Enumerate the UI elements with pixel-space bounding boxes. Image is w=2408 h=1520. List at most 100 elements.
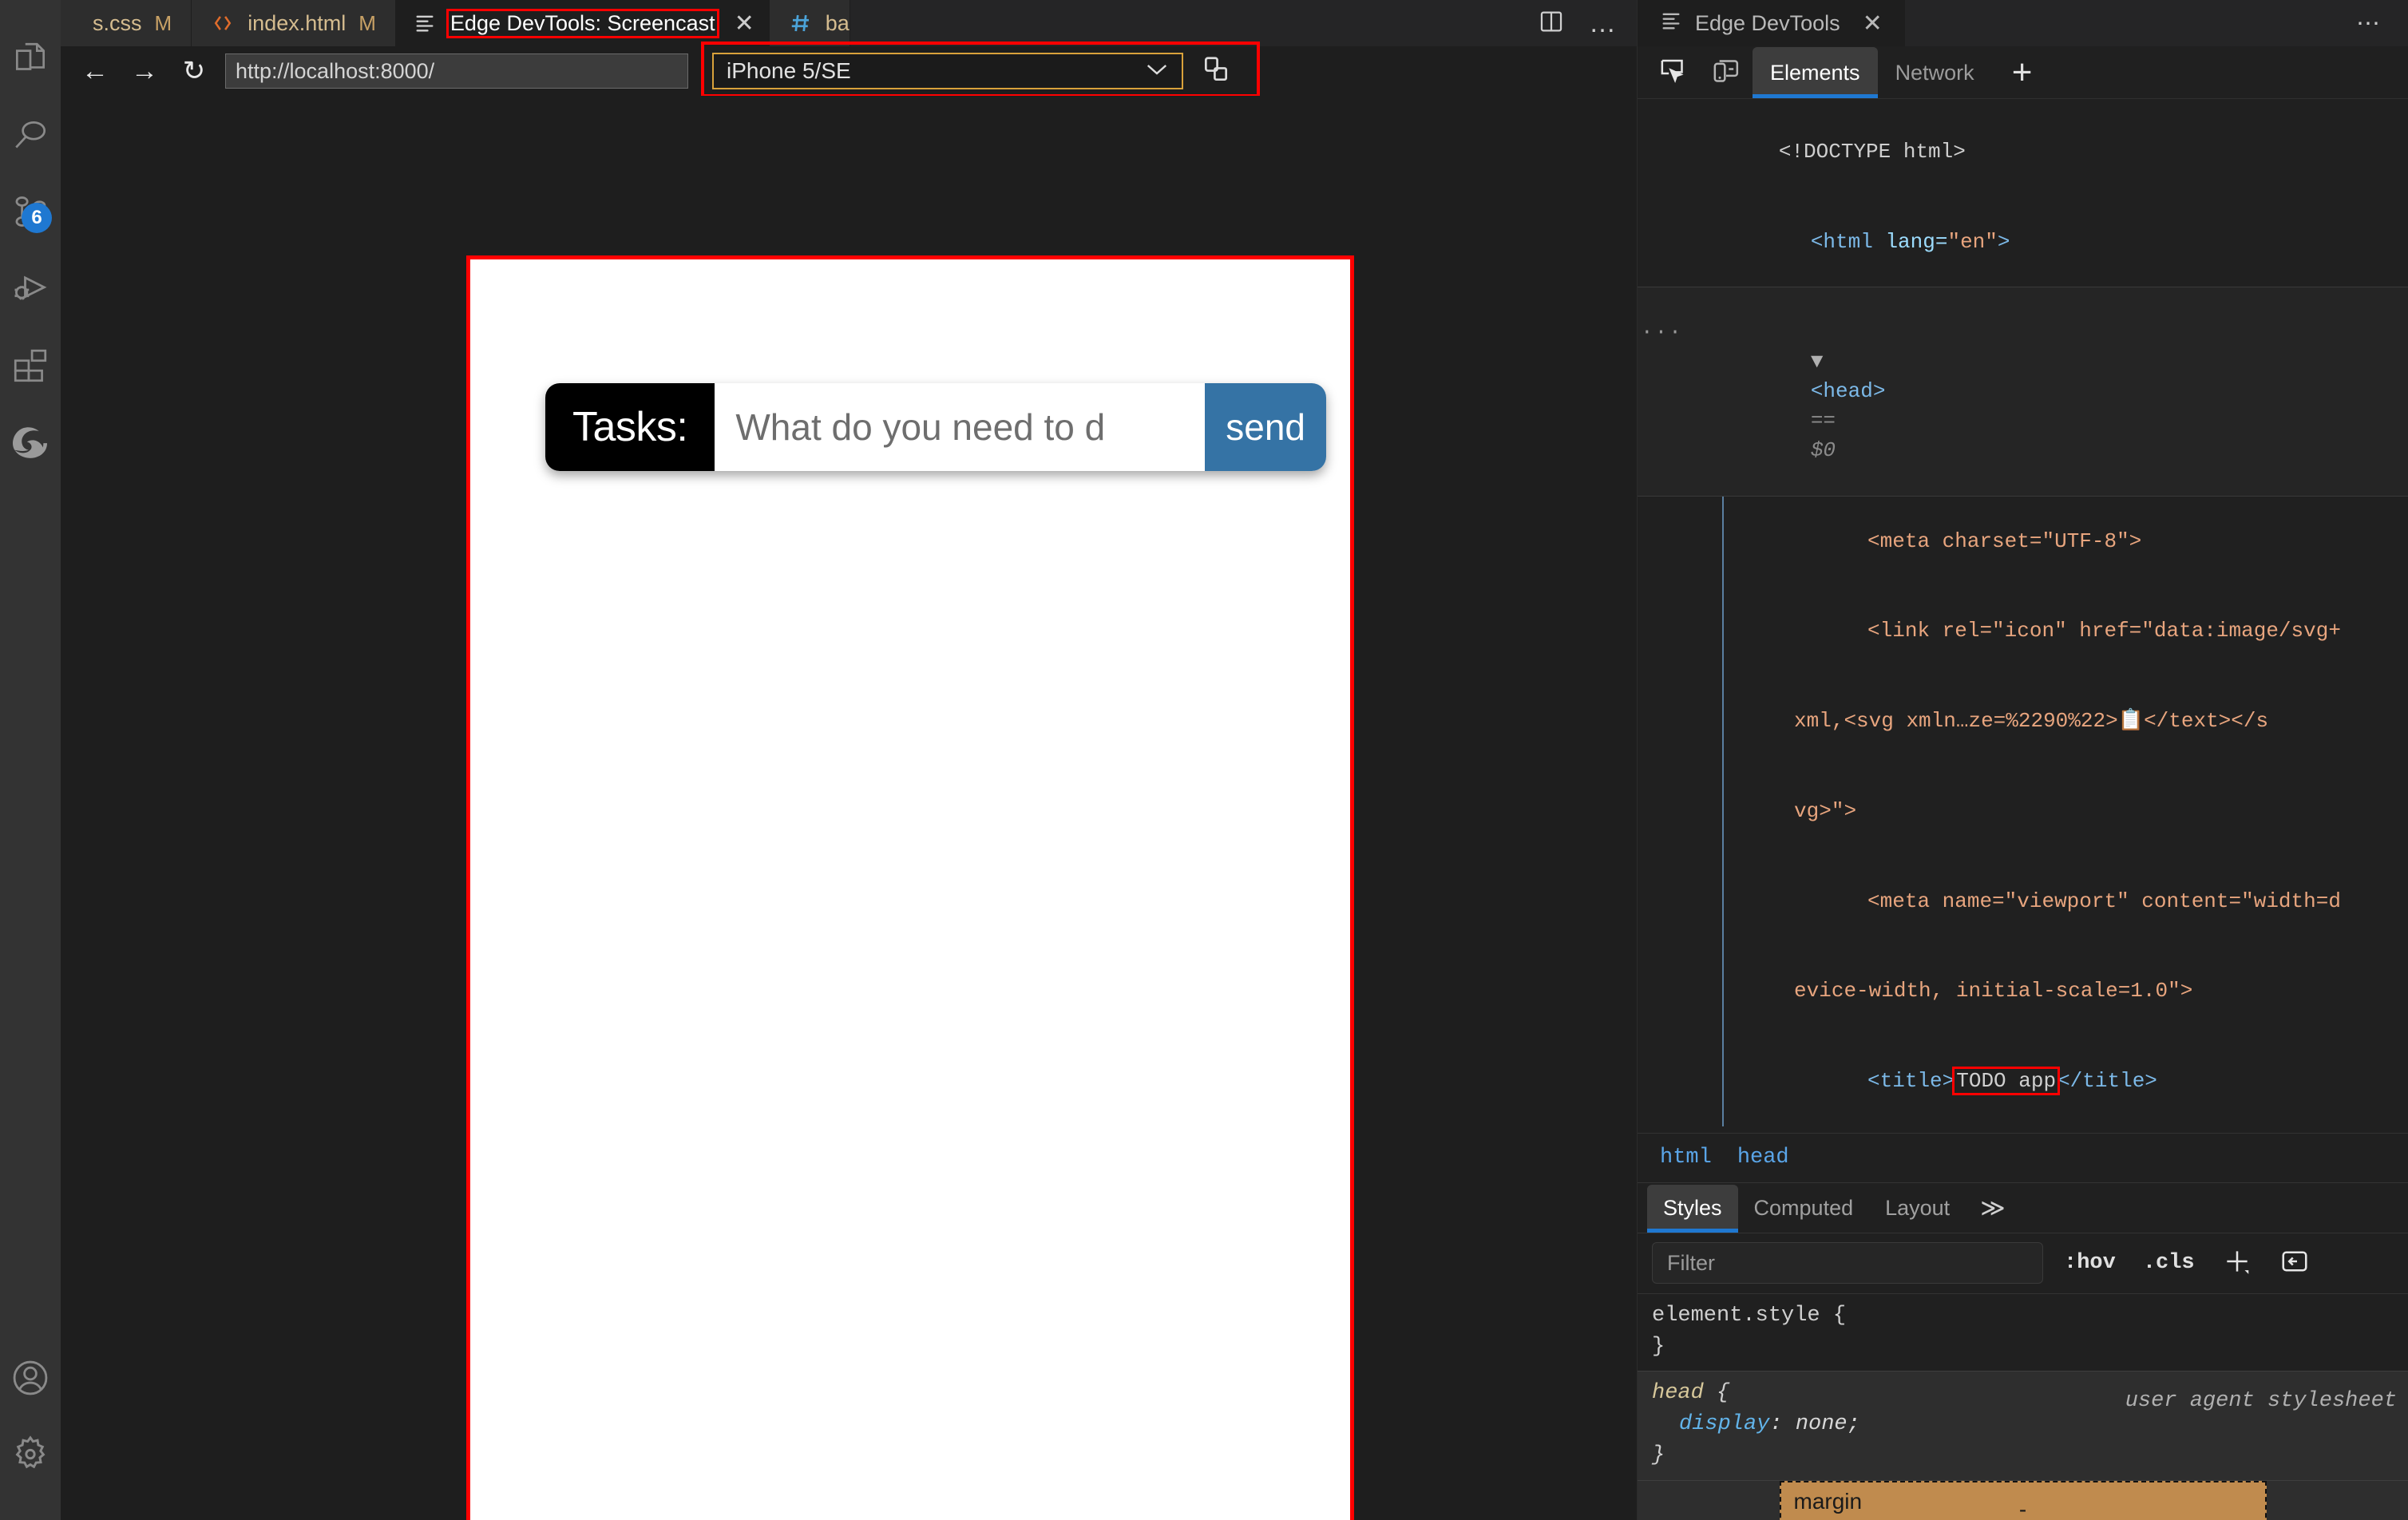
styles-tabbar: Styles Computed Layout ≫ xyxy=(1638,1182,2408,1233)
add-panel-button[interactable]: + xyxy=(1992,47,2053,98)
tab-close-button[interactable]: ✕ xyxy=(735,10,754,38)
sidebar-item-explorer[interactable] xyxy=(0,21,61,97)
dom-meta-viewport-line2: evice-width, initial-scale=1.0"> xyxy=(1794,979,2193,1003)
toggle-hover-state-button[interactable]: :hov xyxy=(2057,1251,2122,1275)
dom-row-selected[interactable]: ··· ▼ <head> == $0 xyxy=(1638,287,2408,497)
devtools-more-button[interactable]: ⋯ xyxy=(2331,10,2408,38)
dom-row[interactable]: <meta charset="UTF-8"> xyxy=(1638,497,2408,587)
breadcrumb-item-head[interactable]: head xyxy=(1737,1146,1789,1170)
settings-gear-icon xyxy=(9,1433,52,1476)
devtools-header: Edge DevTools ✕ ⋯ xyxy=(1638,0,2408,46)
tab-label: ba xyxy=(825,10,850,35)
devtools-header-tab[interactable]: Edge DevTools ✕ xyxy=(1638,0,1905,46)
source-control-badge: 6 xyxy=(22,203,52,233)
device-select-value: iPhone 5/SE xyxy=(727,58,851,83)
tab-label: index.html xyxy=(248,10,347,35)
dom-row[interactable]: evice-width, initial-scale=1.0"> xyxy=(1638,946,2408,1036)
account-icon xyxy=(10,1357,51,1399)
dom-row[interactable]: vg>"> xyxy=(1638,766,2408,857)
tab-elements[interactable]: Elements xyxy=(1753,47,1878,98)
dom-row[interactable]: xml,<svg xmln…ze=%2290%22>📋</text></s xyxy=(1638,676,2408,766)
chevron-down-icon xyxy=(1145,60,1169,82)
explorer-icon xyxy=(10,39,50,79)
computed-sidebar-toggle-button[interactable] xyxy=(2273,1242,2316,1284)
more-actions-icon[interactable]: … xyxy=(1589,10,1616,37)
sidebar-item-settings[interactable] xyxy=(0,1416,61,1493)
split-editor-icon[interactable] xyxy=(1538,8,1565,39)
dom-title-text: TODO app xyxy=(1952,1067,2061,1095)
tasks-label: Tasks: xyxy=(545,383,715,471)
url-input[interactable]: http://localhost:8000/ xyxy=(225,53,688,89)
device-select[interactable]: iPhone 5/SE xyxy=(712,53,1183,89)
tab-modified-badge: M xyxy=(358,10,376,35)
sidebar-item-run-debug[interactable] xyxy=(0,251,61,327)
task-text-input[interactable] xyxy=(715,383,1206,471)
devtools-tabbar: Elements Network + xyxy=(1638,46,2408,99)
tab-layout[interactable]: Layout xyxy=(1869,1185,1966,1233)
tab-index-html[interactable]: index.html M xyxy=(192,0,396,46)
screencast-toolbar: ← → ↻ http://localhost:8000/ iPhone 5/SE xyxy=(61,42,1637,97)
dom-html-attr-value: "en" xyxy=(1947,229,1998,254)
rendered-page: Tasks: send xyxy=(470,259,1350,1520)
style-rule-element-style[interactable]: element.style { } xyxy=(1638,1293,2408,1372)
extensions-icon xyxy=(10,346,50,386)
dom-link-icon-line1: <link rel="icon" href="data:image/svg+ xyxy=(1867,619,2341,643)
tab-modified-badge: M xyxy=(154,10,172,35)
screencast-icon xyxy=(414,12,436,34)
dom-row[interactable]: <!DOCTYPE html> xyxy=(1638,107,2408,197)
editor-tab-strip: s.css M index.html M Edge DevTools: Scre… xyxy=(61,0,1637,46)
sidebar-item-search[interactable] xyxy=(0,97,61,174)
edge-tools-icon xyxy=(8,420,53,465)
sidebar-item-source-control[interactable]: 6 xyxy=(0,174,61,251)
tab-edge-devtools-screencast[interactable]: Edge DevTools: Screencast ✕ xyxy=(395,0,770,46)
editor-tab-actions: … xyxy=(1517,0,1637,46)
dom-row[interactable]: <title>TODO app</title> xyxy=(1638,1036,2408,1126)
breadcrumb-item-html[interactable]: html xyxy=(1660,1146,1712,1170)
tab-style-css[interactable]: s.css M xyxy=(61,0,192,46)
dom-force-state-ellipsis[interactable]: ··· xyxy=(1641,318,1683,347)
markdown-icon xyxy=(789,11,813,35)
tab-label: s.css xyxy=(93,10,142,35)
style-rule-head[interactable]: head { user agent stylesheet display: no… xyxy=(1638,1371,2408,1481)
styles-more-tabs-button[interactable]: ≫ xyxy=(1966,1185,2019,1233)
dom-html-close-bracket: > xyxy=(1997,229,2010,254)
inspect-element-icon xyxy=(1657,55,1689,91)
tab-label: Edge DevTools: Screencast xyxy=(446,8,719,38)
dom-row[interactable]: <link rel="icon" href="data:image/svg+ xyxy=(1638,587,2408,677)
device-viewport-frame: Tasks: send xyxy=(466,255,1354,1520)
toggle-class-button[interactable]: .cls xyxy=(2137,1251,2201,1275)
declaration-value[interactable]: none; xyxy=(1796,1412,1860,1436)
styles-filter-input[interactable] xyxy=(1652,1242,2043,1284)
sidebar-item-account[interactable] xyxy=(0,1340,61,1416)
new-style-rule-button[interactable] xyxy=(2216,1242,2259,1284)
dom-row[interactable]: <meta name="viewport" content="width=d xyxy=(1638,857,2408,947)
tab-computed[interactable]: Computed xyxy=(1738,1185,1870,1233)
chevron-down-icon[interactable]: ▼ xyxy=(1811,350,1824,374)
box-model-margin-label: margin xyxy=(1793,1488,1863,1514)
declaration-property[interactable]: display xyxy=(1652,1412,1769,1436)
device-emulation-button[interactable] xyxy=(1700,47,1753,98)
styles-filter-row: :hov .cls xyxy=(1638,1233,2408,1294)
dom-tree: <!DOCTYPE html> <html lang="en"> ··· ▼ <… xyxy=(1638,99,2408,1133)
inspect-element-button[interactable] xyxy=(1647,47,1700,98)
send-button[interactable]: send xyxy=(1205,383,1326,471)
device-emulation-icon xyxy=(1710,55,1742,91)
devtools-close-button[interactable]: ✕ xyxy=(1863,10,1883,38)
tab-network[interactable]: Network xyxy=(1878,47,1992,98)
tab-bash[interactable]: ba xyxy=(769,0,850,46)
screenshot-button[interactable] xyxy=(1194,51,1238,91)
dom-html-tag: <html xyxy=(1810,229,1873,254)
dom-head-dollar-ref: $0 xyxy=(1810,437,1836,462)
forward-button[interactable]: → xyxy=(120,50,169,92)
sidebar-item-extensions[interactable] xyxy=(0,327,61,404)
box-model-margin[interactable]: margin - - - border - - - padding - - - … xyxy=(1779,1480,2267,1520)
reload-button[interactable]: ↻ xyxy=(169,50,219,92)
rule-selector[interactable]: head xyxy=(1652,1381,1704,1405)
sidebar-item-edge-tools[interactable] xyxy=(0,404,61,481)
screencast-stage: Tasks: send xyxy=(61,96,1637,1520)
back-button[interactable]: ← xyxy=(70,50,120,92)
plus-icon xyxy=(2222,1246,2252,1281)
tab-styles[interactable]: Styles xyxy=(1647,1184,1738,1233)
dom-row[interactable]: <html lang="en"> xyxy=(1638,197,2408,287)
editor-column: s.css M index.html M Edge DevTools: Scre… xyxy=(61,0,1637,1520)
